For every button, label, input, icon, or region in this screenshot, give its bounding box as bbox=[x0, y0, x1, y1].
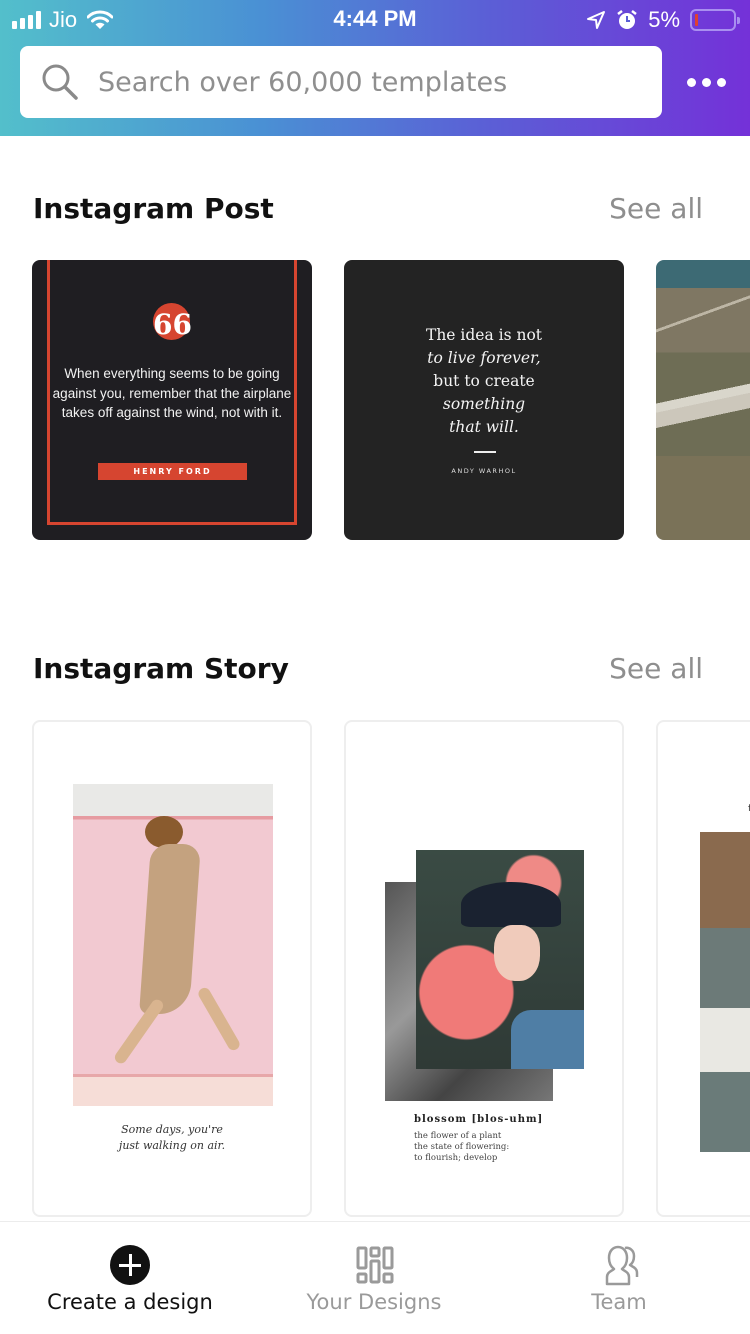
tab-your-designs[interactable]: Your Designs bbox=[249, 1222, 499, 1334]
alarm-icon bbox=[617, 10, 637, 29]
section-title-instagram-post: Instagram Post bbox=[33, 192, 274, 225]
quote-line: to live forever, bbox=[427, 349, 541, 367]
see-all-instagram-post-link[interactable]: See all bbox=[609, 192, 703, 225]
tab-team[interactable]: Team bbox=[494, 1222, 744, 1334]
template-card-andy-warhol-quote[interactable]: The idea is not to live forever, but to … bbox=[344, 260, 624, 540]
definition-line: to flourish; develop bbox=[414, 1153, 498, 1163]
search-input[interactable] bbox=[98, 66, 638, 98]
grid-icon bbox=[356, 1246, 394, 1284]
tab-label: Create a design bbox=[47, 1290, 213, 1314]
dot-icon bbox=[701, 77, 711, 87]
template-card-blossom[interactable]: blossom [blos-uhm] the flower of a plant… bbox=[344, 720, 624, 1217]
quote-line: The idea is not bbox=[425, 326, 543, 344]
location-arrow-icon bbox=[587, 11, 606, 29]
definition-line: the flower of a plant bbox=[414, 1131, 502, 1141]
template-card-aerial-photo[interactable] bbox=[656, 260, 750, 540]
template-card-henry-ford-quote[interactable]: 66 When everything seems to be going aga… bbox=[32, 260, 312, 540]
divider bbox=[474, 451, 496, 453]
quote-line: but to create bbox=[433, 372, 535, 390]
tab-label: Team bbox=[591, 1290, 647, 1314]
header: Jio 4:44 PM 5% bbox=[0, 0, 750, 136]
battery-icon bbox=[690, 9, 740, 31]
status-bar: Jio 4:44 PM 5% bbox=[0, 0, 750, 40]
template-card-food-table[interactable]: f bbox=[656, 720, 750, 1217]
caption-line: just walking on air. bbox=[118, 1139, 226, 1152]
story-photo-woman-jumping bbox=[73, 784, 273, 1106]
definition-line: the state of flowering: bbox=[414, 1142, 510, 1152]
quote-line: that will. bbox=[449, 418, 519, 436]
story-caption: Some days, you're just walking on air. bbox=[34, 1122, 310, 1154]
tab-create-a-design[interactable]: Create a design bbox=[5, 1222, 255, 1334]
story-photo-food bbox=[700, 832, 750, 1152]
more-options-button[interactable] bbox=[684, 70, 728, 94]
template-card-walking-on-air[interactable]: Some days, you're just walking on air. bbox=[32, 720, 312, 1217]
story-photo-flowers-portrait bbox=[416, 850, 584, 1069]
team-icon bbox=[605, 1245, 639, 1286]
caption-line: Some days, you're bbox=[121, 1123, 223, 1136]
quote-text: The idea is not to live forever, but to … bbox=[344, 324, 624, 439]
plus-circle-icon bbox=[110, 1245, 150, 1285]
quote-text: When everything seems to be going agains… bbox=[52, 366, 292, 420]
search-bar[interactable] bbox=[20, 46, 662, 118]
quote-line: something bbox=[442, 395, 526, 413]
story-title: blossom [blos-uhm] bbox=[414, 1114, 544, 1125]
dot-icon bbox=[716, 77, 726, 87]
quote-mark-icon: 66 bbox=[153, 303, 192, 341]
dot-icon bbox=[686, 77, 696, 87]
see-all-instagram-story-link[interactable]: See all bbox=[609, 652, 703, 685]
story-definition: the flower of a plant the state of flowe… bbox=[414, 1131, 509, 1164]
tab-label: Your Designs bbox=[306, 1290, 442, 1314]
battery-percent: 5% bbox=[648, 7, 680, 32]
section-title-instagram-story: Instagram Story bbox=[33, 652, 289, 685]
search-icon bbox=[42, 64, 78, 100]
quote-author: ANDY WARHOL bbox=[451, 467, 517, 475]
bottom-tab-bar: Create a design Your Designs Team bbox=[0, 1221, 750, 1334]
quote-author: HENRY FORD bbox=[98, 463, 247, 480]
